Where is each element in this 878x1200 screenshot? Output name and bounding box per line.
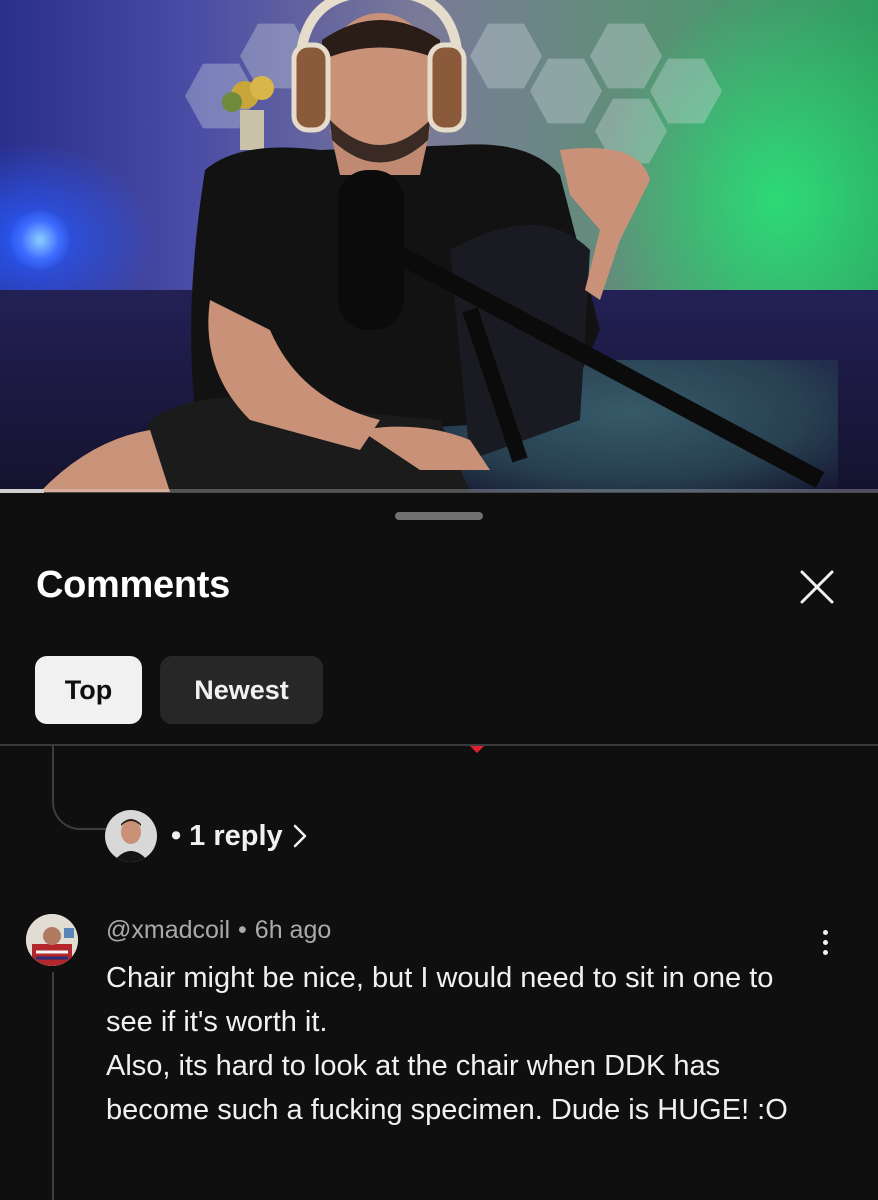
close-button[interactable] — [796, 566, 838, 608]
view-replies-button[interactable]: • 1 reply — [105, 809, 307, 863]
comment-line-2: Also, its hard to look at the chair when… — [106, 1050, 788, 1126]
commenter-avatar[interactable] — [26, 914, 78, 966]
sort-chip-top[interactable]: Top — [35, 656, 142, 724]
comment-text: Chair might be nice, but I would need to… — [106, 956, 816, 1132]
creator-avatar — [105, 810, 157, 862]
comment-line-1: Chair might be nice, but I would need to… — [106, 962, 774, 1038]
video-progress-bar[interactable] — [0, 489, 878, 493]
streamer-figure — [40, 0, 825, 492]
comment-time: 6h ago — [254, 916, 332, 944]
thread-connector — [52, 746, 106, 830]
sort-chip-newest[interactable]: Newest — [160, 656, 323, 724]
thread-line — [52, 972, 54, 1200]
reply-separator: • — [171, 819, 182, 852]
close-icon — [800, 570, 834, 604]
comment-meta: @xmadcoil • 6h ago — [106, 916, 331, 945]
comments-sheet: Comments Top Newest • 1 reply @xmadcoil … — [0, 494, 878, 1200]
divider — [0, 744, 878, 746]
drag-handle[interactable] — [395, 512, 483, 520]
red-marker — [470, 746, 484, 753]
reply-count: 1 reply — [189, 819, 283, 852]
chevron-right-icon — [293, 824, 307, 848]
comment-author[interactable]: @xmadcoil — [106, 916, 230, 944]
video-player[interactable] — [0, 0, 878, 492]
sheet-title: Comments — [36, 564, 230, 606]
video-progress-fill — [0, 489, 44, 493]
meta-separator: • — [238, 916, 247, 944]
